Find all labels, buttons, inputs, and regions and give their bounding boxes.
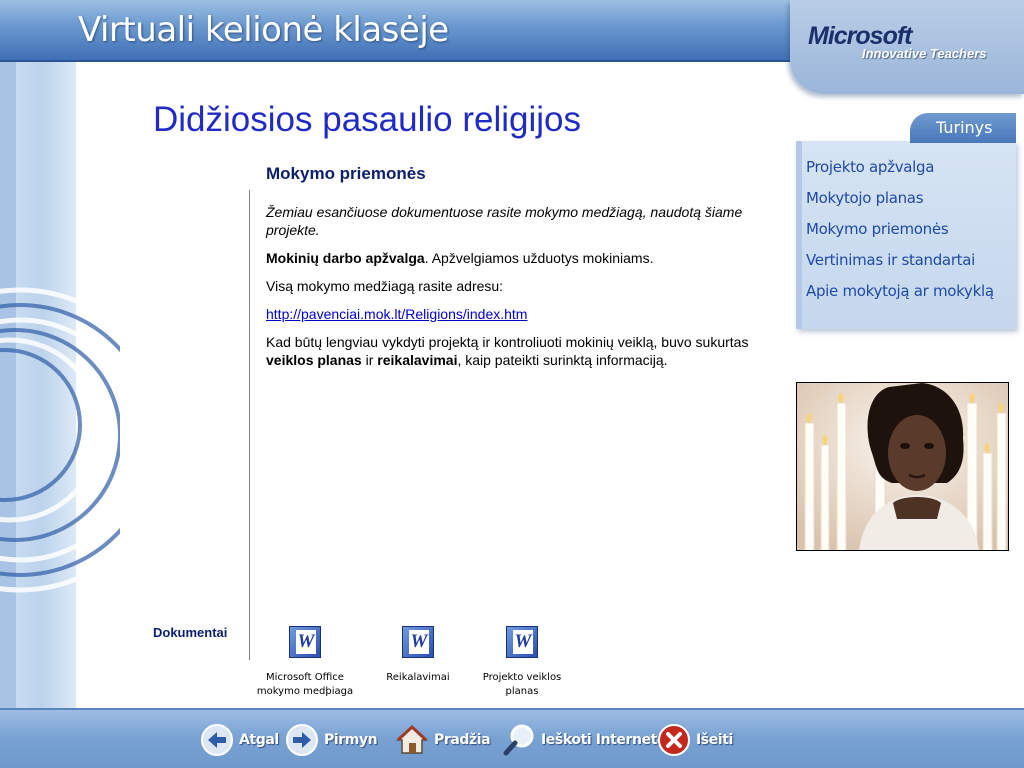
word-document-icon[interactable]: W	[402, 626, 434, 658]
document-caption-line1: Microsoft Office	[266, 672, 344, 683]
document-caption-line2: mokymo medþiaga	[256, 686, 354, 697]
document-caption-line1: Reikalavimai	[386, 672, 450, 683]
section-heading: Mokymo priemonės	[266, 164, 426, 183]
document-requirements[interactable]: W Reikalavimai	[363, 626, 473, 685]
exit-button[interactable]: Išeiti	[657, 722, 733, 758]
intro-text: Žemiau esančiuose dokumentuose rasite mo…	[266, 204, 743, 238]
documents-label: Dokumentai	[153, 625, 228, 640]
student-photo	[796, 382, 1009, 551]
forward-label: Pirmyn	[324, 732, 378, 748]
document-caption: Reikalavimai	[363, 671, 473, 685]
home-button[interactable]: Pradžia	[395, 722, 491, 758]
plan-text-c: , kaip pateikti surinktą informaciją.	[457, 352, 668, 368]
nav-item-about-teacher[interactable]: Apie mokytoją ar mokyklą	[806, 282, 994, 300]
plan-text-b: ir	[361, 352, 378, 368]
footer-bar: Atgal Pirmyn Pradžia Ieškoti Internete I…	[0, 708, 1024, 768]
back-button[interactable]: Atgal	[200, 722, 279, 758]
nav-item-assessment[interactable]: Vertinimas ir standartai	[806, 251, 975, 269]
home-icon	[396, 724, 428, 754]
vertical-divider	[249, 190, 250, 660]
back-arrow-icon	[201, 724, 233, 756]
home-label: Pradžia	[434, 732, 491, 748]
nav-item-project-overview[interactable]: Projekto apžvalga	[806, 158, 934, 176]
student-review-paragraph: Mokinių darbo apžvalga. Apžvelgiamos užd…	[266, 249, 766, 267]
requirements-link-text[interactable]: reikalavimai	[377, 352, 457, 368]
document-office-materials[interactable]: W Microsoft Office mokymo medþiaga	[250, 626, 360, 699]
logo-tab: Microsoft Innovative Teachers	[790, 0, 1024, 94]
activity-plan-link-text[interactable]: veiklos planas	[266, 352, 362, 368]
document-caption-line1: Projekto veiklos	[482, 672, 562, 683]
word-document-icon[interactable]: W	[506, 626, 538, 658]
logo-tagline: Innovative Teachers	[862, 46, 987, 61]
materials-address-text: Visą mokymo medžiagą rasite adresu:	[266, 278, 504, 294]
content-body: Žemiau esančiuose dokumentuose rasite mo…	[266, 203, 766, 379]
back-label: Atgal	[239, 732, 279, 748]
nav-item-teaching-materials[interactable]: Mokymo priemonės	[806, 220, 949, 238]
exit-label: Išeiti	[696, 732, 733, 748]
forward-arrow-icon	[286, 724, 318, 756]
contents-tab: Turinys	[910, 113, 1016, 143]
candles-portrait-image	[797, 383, 1008, 550]
document-caption: Microsoft Office mokymo medþiaga	[250, 671, 360, 699]
document-activity-plan[interactable]: W Projekto veiklos planas	[467, 626, 577, 699]
page-title: Didžiosios pasaulio religijos	[153, 100, 581, 139]
plan-text-a: Kad būtų lengviau vykdyti projektą ir ko…	[266, 334, 749, 350]
document-caption-line2: planas	[505, 686, 539, 697]
search-internet-label: Ieškoti Internete	[541, 732, 667, 748]
search-internet-button[interactable]: Ieškoti Internete	[502, 722, 666, 758]
banner-title: Virtuali kelionė klasėje	[78, 10, 449, 50]
plan-paragraph: Kad būtų lengviau vykdyti projektą ir ko…	[266, 333, 766, 369]
forward-button[interactable]: Pirmyn	[285, 722, 378, 758]
exit-x-icon	[658, 724, 690, 756]
student-review-link-text[interactable]: Mokinių darbo apžvalga	[266, 250, 425, 266]
contents-tab-label: Turinys	[936, 118, 993, 137]
word-document-icon[interactable]: W	[289, 626, 321, 658]
materials-url-link[interactable]: http://pavenciai.mok.lt/Religions/index.…	[266, 306, 527, 322]
nav-item-teacher-plan[interactable]: Mokytojo planas	[806, 189, 924, 207]
magnifier-icon	[503, 724, 534, 756]
document-caption: Projekto veiklos planas	[467, 671, 577, 699]
student-review-desc: . Apžvelgiamos užduotys mokiniams.	[424, 250, 654, 266]
decor-circles-graphic	[0, 287, 120, 593]
